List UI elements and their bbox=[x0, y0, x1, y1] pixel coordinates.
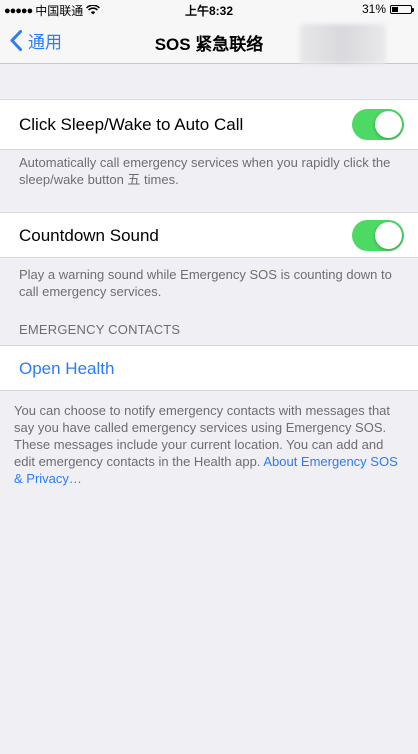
auto-call-row: Click Sleep/Wake to Auto Call bbox=[0, 99, 418, 150]
toggle-knob bbox=[375, 222, 402, 249]
battery-level-fill bbox=[392, 6, 398, 12]
countdown-sound-row: Countdown Sound bbox=[0, 212, 418, 258]
open-health-row[interactable]: Open Health bbox=[0, 345, 418, 391]
redacted-area bbox=[300, 24, 386, 64]
contacts-footer: You can choose to notify emergency conta… bbox=[14, 402, 406, 487]
toggle-knob bbox=[375, 111, 402, 138]
status-time: 上午8:32 bbox=[184, 4, 234, 18]
countdown-sound-toggle[interactable] bbox=[352, 220, 404, 251]
auto-call-footer: Automatically call emergency services wh… bbox=[19, 155, 391, 187]
countdown-sound-label: Countdown Sound bbox=[19, 226, 159, 245]
status-right: 31% bbox=[361, 2, 414, 16]
battery-percent: 31% bbox=[361, 2, 386, 16]
auto-call-toggle[interactable] bbox=[352, 109, 404, 140]
countdown-sound-footer: Play a warning sound while Emergency SOS… bbox=[19, 267, 392, 299]
status-bar: ●●●●● 中国联通 上午8:32 31% bbox=[0, 0, 418, 18]
navigation-bar: 通用 SOS 紧急联络 bbox=[0, 18, 418, 64]
open-health-link[interactable]: Open Health bbox=[19, 359, 114, 379]
emergency-contacts-header: EMERGENCY CONTACTS bbox=[19, 322, 181, 337]
battery-icon bbox=[390, 4, 414, 14]
auto-call-label: Click Sleep/Wake to Auto Call bbox=[19, 115, 244, 134]
